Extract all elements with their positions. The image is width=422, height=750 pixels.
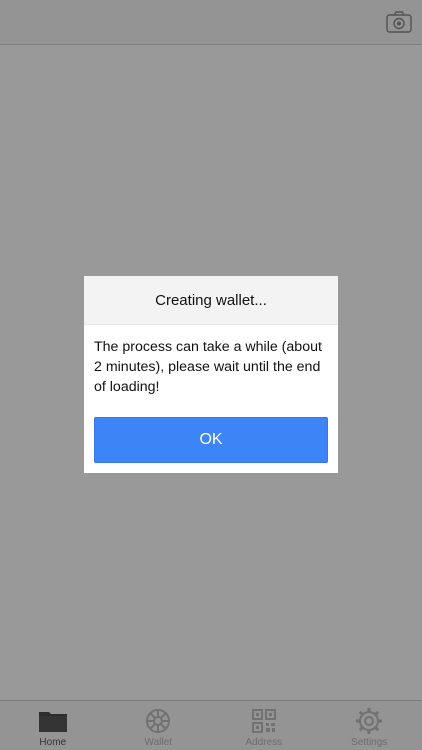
dialog-title: Creating wallet... — [155, 291, 267, 309]
creating-wallet-dialog: Creating wallet... The process can take … — [84, 276, 338, 473]
app-screen: Home Wallet Address Settings Creating wa… — [0, 0, 422, 750]
ok-button[interactable]: OK — [94, 417, 328, 463]
dialog-header: Creating wallet... — [84, 276, 338, 325]
dialog-message: The process can take a while (about 2 mi… — [94, 339, 322, 395]
